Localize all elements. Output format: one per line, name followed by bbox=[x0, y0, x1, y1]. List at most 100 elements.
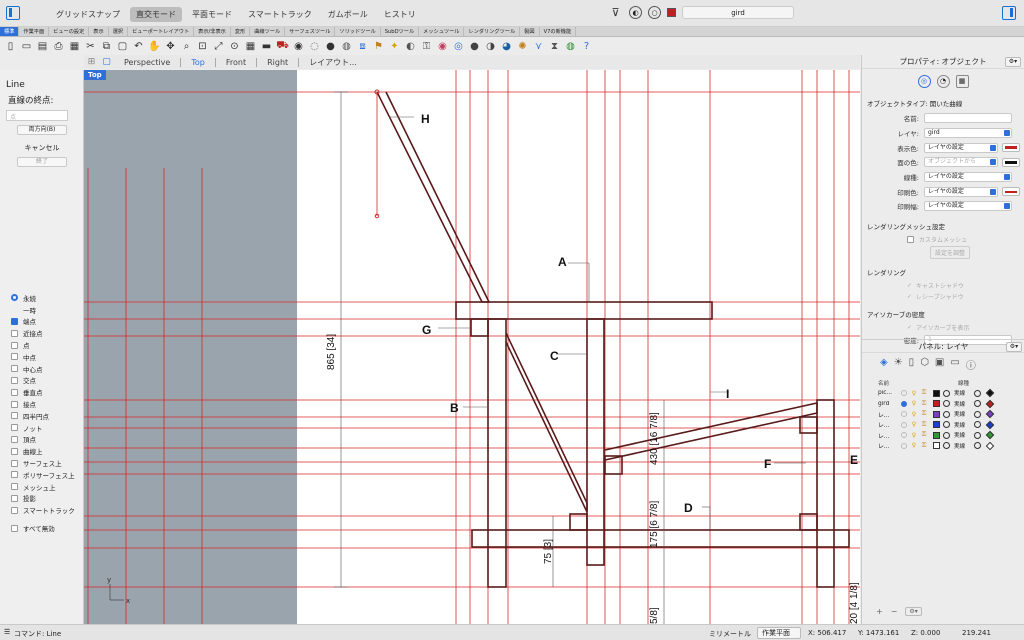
cut-icon[interactable]: ✂ bbox=[83, 39, 98, 54]
layer-linetype[interactable]: 実線 bbox=[954, 389, 972, 397]
layer-row[interactable]: レ... ♀ ⚿ 実線 bbox=[862, 420, 1024, 431]
car-icon[interactable]: ⛟ bbox=[275, 39, 290, 54]
mode-3[interactable]: スマートトラック bbox=[242, 7, 318, 22]
finish-button[interactable]: 終了 bbox=[17, 157, 67, 167]
layer-linetype[interactable]: 実線 bbox=[954, 410, 972, 418]
visibility-bulb-icon[interactable]: ♀ bbox=[910, 400, 918, 408]
osnap-checkbox[interactable] bbox=[11, 447, 18, 455]
show-isocurve-check[interactable]: ✓ bbox=[907, 324, 912, 331]
color-swatch[interactable] bbox=[1002, 157, 1020, 167]
receive-shadow-check[interactable]: ✓ bbox=[907, 293, 912, 300]
mode-5[interactable]: ヒストリ bbox=[378, 7, 422, 22]
layers-icon[interactable]: ⧈ bbox=[355, 39, 370, 54]
zoom-window-icon[interactable]: ⊡ bbox=[195, 39, 210, 54]
viewport-title[interactable]: Top bbox=[84, 70, 106, 80]
globe-icon[interactable]: ◍ bbox=[563, 39, 578, 54]
print-color-swatch[interactable] bbox=[985, 399, 995, 408]
shaded-icon[interactable]: ● bbox=[323, 39, 338, 54]
layer-name[interactable]: レ... bbox=[878, 431, 900, 440]
layer-color-swatch[interactable] bbox=[933, 400, 940, 408]
osnap-item[interactable]: 点 bbox=[0, 339, 83, 351]
current-layer-icon[interactable] bbox=[900, 431, 908, 439]
osnap-checkbox[interactable] bbox=[11, 365, 18, 373]
view-tab-2[interactable]: Front bbox=[216, 58, 256, 67]
print-width-icon[interactable] bbox=[974, 400, 981, 408]
osnap-item[interactable]: ポリサーフェス上 bbox=[0, 469, 83, 481]
import-icon[interactable]: ▦ bbox=[67, 39, 82, 54]
remove-layer-button[interactable]: − bbox=[891, 607, 898, 616]
layer-linetype[interactable]: 実線 bbox=[954, 431, 972, 439]
new-file-icon[interactable]: ▯ bbox=[3, 39, 18, 54]
osnap-item[interactable]: 中点 bbox=[0, 351, 83, 363]
material-icon[interactable]: ◔ bbox=[936, 74, 950, 88]
record-icon[interactable]: ○ bbox=[648, 6, 661, 19]
material-icon[interactable]: ◎ bbox=[451, 39, 466, 54]
color-swatch[interactable] bbox=[1002, 187, 1020, 197]
property-value[interactable]: gird bbox=[924, 128, 1012, 139]
property-value[interactable]: レイヤの設定 bbox=[924, 142, 998, 153]
toolbar-tab-15[interactable]: V7の新機能 bbox=[540, 27, 577, 36]
color-wheel-icon[interactable]: ◉ bbox=[435, 39, 450, 54]
hide-icon[interactable]: ◐ bbox=[403, 39, 418, 54]
cancel-button[interactable]: キャンセル bbox=[16, 143, 68, 153]
both-directions-button[interactable]: 両方向(B) bbox=[17, 125, 67, 135]
osnap-checkbox[interactable] bbox=[11, 435, 18, 443]
toolbar-tab-3[interactable]: 表示 bbox=[89, 27, 109, 36]
property-value[interactable]: レイヤの設定 bbox=[924, 201, 1012, 212]
zoom-extents-icon[interactable]: ⤢ bbox=[211, 39, 226, 54]
network-icon[interactable]: ⧗ bbox=[547, 39, 562, 54]
cast-shadow-check[interactable]: ✓ bbox=[907, 282, 912, 289]
light-icon[interactable]: ✦ bbox=[387, 39, 402, 54]
zoom-selected-icon[interactable]: ⊙ bbox=[227, 39, 242, 54]
print-color-swatch[interactable] bbox=[985, 420, 995, 429]
current-layer-color[interactable] bbox=[667, 8, 676, 17]
sphere-icon[interactable]: ● bbox=[467, 39, 482, 54]
osnap-checkbox[interactable] bbox=[11, 400, 18, 408]
visibility-bulb-icon[interactable]: ♀ bbox=[910, 431, 918, 439]
property-value[interactable] bbox=[924, 113, 1012, 124]
render-icon[interactable]: ◑ bbox=[483, 39, 498, 54]
osnap-item[interactable]: スマートトラック bbox=[0, 504, 83, 516]
view-tab-4[interactable]: レイアウト... bbox=[299, 57, 367, 68]
document-icon[interactable]: ▯ bbox=[909, 357, 915, 372]
print-width-icon[interactable] bbox=[974, 431, 981, 439]
command-history-icon[interactable]: ☰ bbox=[4, 628, 10, 636]
visibility-bulb-icon[interactable]: ♀ bbox=[910, 410, 918, 418]
toolbar-tab-7[interactable]: 変形 bbox=[231, 27, 251, 36]
layer-material-icon[interactable] bbox=[943, 400, 950, 408]
osnap-item[interactable]: 中心点 bbox=[0, 363, 83, 375]
layer-color-swatch[interactable] bbox=[933, 410, 940, 418]
osnap-item[interactable]: 曲線上 bbox=[0, 445, 83, 457]
open-icon[interactable]: ▭ bbox=[19, 39, 34, 54]
layer-name[interactable]: レ... bbox=[878, 410, 900, 419]
custom-mesh-checkbox[interactable] bbox=[907, 235, 914, 243]
paste-icon[interactable]: ▢ bbox=[115, 39, 130, 54]
display-icon[interactable]: ▭ bbox=[950, 357, 959, 372]
osnap-item[interactable]: メッシュ上 bbox=[0, 481, 83, 493]
lock-icon[interactable]: ⚿ bbox=[920, 389, 928, 397]
layer-linetype[interactable]: 実線 bbox=[954, 442, 972, 450]
save-icon[interactable]: ▤ bbox=[35, 39, 50, 54]
layer-color-swatch[interactable] bbox=[933, 389, 940, 397]
object-properties-icon[interactable]: ◎ bbox=[917, 74, 931, 88]
osnap-checkbox[interactable] bbox=[11, 376, 18, 384]
osnap-item[interactable]: ノット bbox=[0, 422, 83, 434]
layer-material-icon[interactable] bbox=[943, 389, 950, 397]
current-layer-field[interactable]: gird bbox=[682, 6, 794, 19]
current-layer-icon[interactable] bbox=[900, 410, 908, 418]
lock-icon[interactable]: ⚿ bbox=[920, 421, 928, 429]
property-value[interactable]: レイヤの設定 bbox=[924, 186, 998, 197]
osnap-item[interactable]: 近接点 bbox=[0, 327, 83, 339]
lock-icon[interactable]: ⚿ bbox=[920, 400, 928, 408]
osnap-checkbox[interactable] bbox=[11, 412, 18, 420]
view-tab-1[interactable]: Top bbox=[181, 58, 215, 67]
point-input[interactable]: 点 bbox=[6, 110, 68, 121]
osnap-item[interactable]: 投影 bbox=[0, 493, 83, 505]
mode-2[interactable]: 平面モード bbox=[186, 7, 238, 22]
current-layer-icon[interactable] bbox=[900, 400, 908, 408]
cube-icon[interactable]: ▣ bbox=[935, 357, 944, 372]
drawing-canvas[interactable]: A B C D E F G H I 865 [34] 430 [16 7/8] … bbox=[84, 70, 860, 624]
visibility-bulb-icon[interactable]: ♀ bbox=[910, 442, 918, 450]
layer-name[interactable]: gird bbox=[878, 401, 900, 407]
layer-linetype[interactable]: 実線 bbox=[954, 400, 972, 408]
